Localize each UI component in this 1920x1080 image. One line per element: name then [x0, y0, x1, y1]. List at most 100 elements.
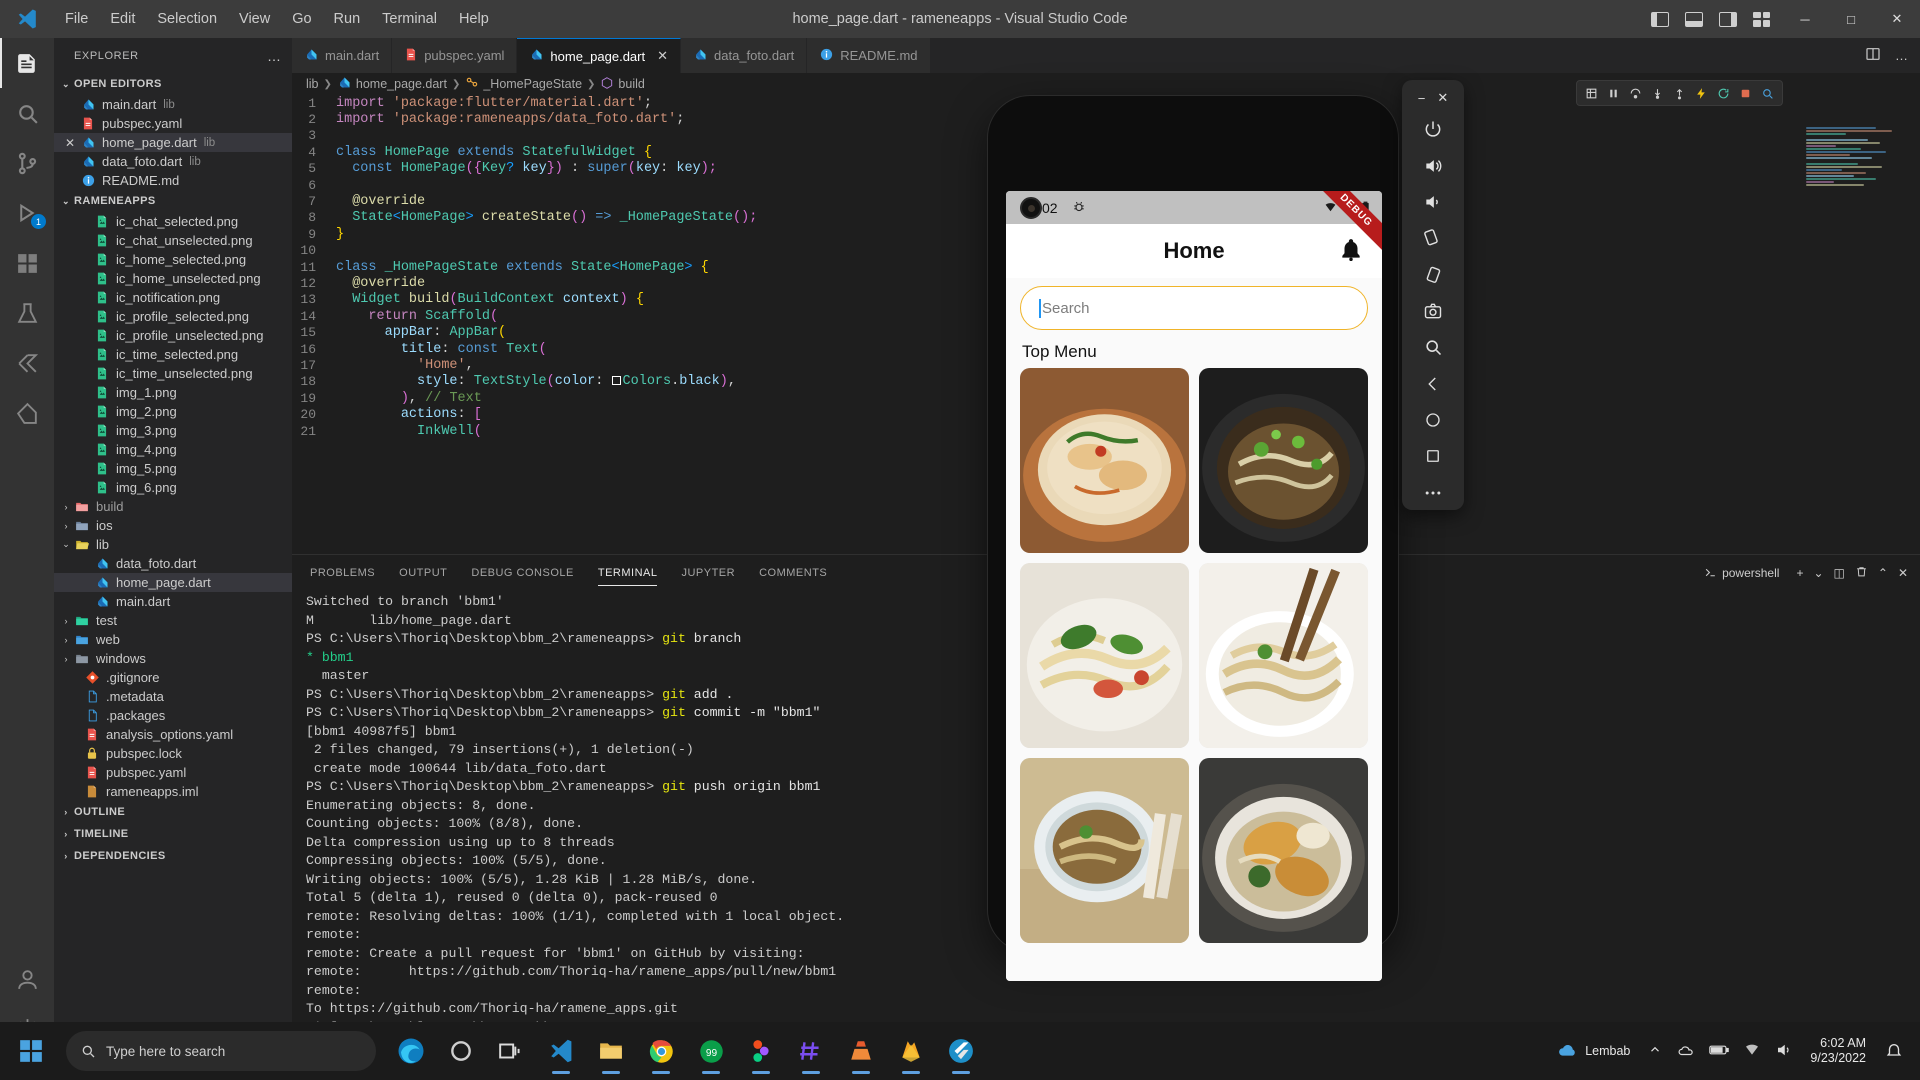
menu-card-ramen-shoyu-scallion[interactable]: [1199, 368, 1368, 553]
battery-icon[interactable]: [1704, 1043, 1734, 1060]
breadcrumb-item--homepagestate[interactable]: _HomePageState: [465, 76, 582, 93]
step-out-icon[interactable]: [1673, 87, 1686, 100]
tree-item-ic-time-unselected-png[interactable]: ic_time_unselected.png: [54, 364, 292, 383]
rotate-left-icon[interactable]: [1410, 221, 1456, 255]
sharp-icon[interactable]: [788, 1025, 834, 1077]
terminal-shell-selector[interactable]: powershell: [1697, 564, 1786, 582]
tab-data-foto-dart[interactable]: data_foto.dart: [681, 38, 807, 73]
start-button-icon[interactable]: [0, 1022, 62, 1080]
activitybar-testing[interactable]: [0, 288, 54, 338]
zoom-icon[interactable]: [1410, 330, 1456, 364]
toggle-panel-icon[interactable]: [1685, 12, 1703, 27]
menu-card-noodle-salad[interactable]: [1020, 563, 1189, 748]
menu-go[interactable]: Go: [281, 8, 322, 30]
activity-bar[interactable]: 1: [0, 38, 54, 1054]
editor-actions-more-icon[interactable]: …: [1895, 48, 1908, 63]
tree-item-img-5-png[interactable]: img_5.png: [54, 459, 292, 478]
tree-item-ic-time-selected-png[interactable]: ic_time_selected.png: [54, 345, 292, 364]
chevron-down-icon[interactable]: ⌄: [58, 539, 74, 550]
tree-item-pubspec-lock[interactable]: pubspec.lock: [54, 744, 292, 763]
activitybar-run-and-debug[interactable]: 1: [0, 188, 54, 238]
menu-card-tempura-udon[interactable]: [1199, 758, 1368, 943]
section-timeline[interactable]: ›TIMELINE: [54, 823, 292, 845]
menu-card-ramen-tonkotsu[interactable]: [1020, 368, 1189, 553]
vscode-icon[interactable]: [538, 1025, 584, 1077]
menu-help[interactable]: Help: [448, 8, 500, 30]
inspect-icon[interactable]: [1761, 87, 1774, 100]
tree-item-ic-chat-unselected-png[interactable]: ic_chat_unselected.png: [54, 231, 292, 250]
chevron-right-icon[interactable]: ›: [58, 521, 74, 531]
more-icon[interactable]: [1410, 476, 1456, 510]
back-icon[interactable]: [1410, 367, 1456, 401]
emulator-minimize-button[interactable]: −: [1418, 91, 1426, 106]
hot-reload-icon[interactable]: [1695, 87, 1708, 100]
tree-item-lib[interactable]: ⌄lib: [54, 535, 292, 554]
panel-tab-comments[interactable]: COMMENTS: [759, 555, 827, 590]
menu-selection[interactable]: Selection: [146, 8, 228, 30]
tree-item-img-3-png[interactable]: img_3.png: [54, 421, 292, 440]
tree-item-img-4-png[interactable]: img_4.png: [54, 440, 292, 459]
tree-item-img-6-png[interactable]: img_6.png: [54, 478, 292, 497]
activitybar-accounts[interactable]: [0, 954, 54, 1004]
emulator-close-button[interactable]: ✕: [1437, 90, 1448, 106]
menu-card-noodle-bowl-mat[interactable]: [1020, 758, 1189, 943]
chevron-right-icon[interactable]: ›: [58, 616, 74, 626]
activitybar-extensions[interactable]: [0, 238, 54, 288]
rotate-right-icon[interactable]: [1410, 258, 1456, 292]
kill-terminal-icon[interactable]: [1855, 565, 1868, 581]
volume-up-icon[interactable]: [1410, 148, 1456, 182]
tree-item-build[interactable]: ›build: [54, 497, 292, 516]
windows-taskbar[interactable]: Type here to search 99: [0, 1022, 1920, 1080]
open-editor-pubspec-yaml[interactable]: pubspec.yaml: [54, 114, 292, 133]
home-icon[interactable]: [1410, 403, 1456, 437]
chevron-up-icon[interactable]: [1642, 1043, 1668, 1060]
activitybar-source-control[interactable]: [0, 138, 54, 188]
maximize-button[interactable]: □: [1828, 0, 1874, 38]
tab-main-dart[interactable]: main.dart: [292, 38, 392, 73]
split-editor-icon[interactable]: [1865, 46, 1881, 65]
tab-home-page-dart[interactable]: home_page.dart✕: [517, 38, 681, 73]
close-button[interactable]: ✕: [1874, 0, 1920, 38]
tree-item-rameneapps-iml[interactable]: rameneapps.iml: [54, 782, 292, 801]
close-panel-icon[interactable]: ✕: [1898, 566, 1908, 580]
tree-item-img-2-png[interactable]: img_2.png: [54, 402, 292, 421]
tree-item-main-dart[interactable]: main.dart: [54, 592, 292, 611]
open-editor-readme-md[interactable]: README.md: [54, 171, 292, 190]
menu-card-soba-chopsticks[interactable]: [1199, 563, 1368, 748]
activitybar-dart[interactable]: [0, 388, 54, 438]
section-outline[interactable]: ›OUTLINE: [54, 801, 292, 823]
search-field[interactable]: Search: [1020, 286, 1368, 330]
tree-item-ic-chat-selected-png[interactable]: ic_chat_selected.png: [54, 212, 292, 231]
tree-item-windows[interactable]: ›windows: [54, 649, 292, 668]
chevron-right-icon[interactable]: ›: [58, 635, 74, 645]
tab-pubspec-yaml[interactable]: pubspec.yaml: [392, 38, 517, 73]
tree-item-data-foto-dart[interactable]: data_foto.dart: [54, 554, 292, 573]
close-editor-icon[interactable]: ✕: [60, 136, 80, 150]
tree-item-home-page-dart[interactable]: home_page.dart: [54, 573, 292, 592]
section-rameneapps[interactable]: ⌄RAMENEAPPS: [54, 190, 292, 212]
tree-item-ic-home-unselected-png[interactable]: ic_home_unselected.png: [54, 269, 292, 288]
cortana-icon[interactable]: [438, 1025, 484, 1077]
terminal-dropdown-icon[interactable]: ⌄: [1813, 566, 1823, 580]
overview-icon[interactable]: [1410, 439, 1456, 473]
tree-item-pubspec-yaml[interactable]: pubspec.yaml: [54, 763, 292, 782]
tree-item-ic-notification-png[interactable]: ic_notification.png: [54, 288, 292, 307]
explorer-more-icon[interactable]: …: [267, 48, 282, 64]
new-terminal-icon[interactable]: +: [1796, 566, 1803, 580]
tree-item-test[interactable]: ›test: [54, 611, 292, 630]
open-editor-data-foto-dart[interactable]: data_foto.dartlib: [54, 152, 292, 171]
stop-icon[interactable]: [1739, 87, 1752, 100]
tree-item-ic-home-selected-png[interactable]: ic_home_selected.png: [54, 250, 292, 269]
tree-item-ic-profile-unselected-png[interactable]: ic_profile_unselected.png: [54, 326, 292, 345]
tree-item-ios[interactable]: ›ios: [54, 516, 292, 535]
grid-icon[interactable]: [1585, 87, 1598, 100]
activitybar-search[interactable]: [0, 88, 54, 138]
onedrive-icon[interactable]: [1672, 1041, 1700, 1062]
open-editor-main-dart[interactable]: main.dartlib: [54, 95, 292, 114]
customize-layout-icon[interactable]: [1753, 12, 1770, 27]
section-dependencies[interactable]: ›DEPENDENCIES: [54, 845, 292, 867]
tab-close-icon[interactable]: ✕: [657, 48, 668, 64]
menu-view[interactable]: View: [228, 8, 281, 30]
gojek-icon[interactable]: 99: [688, 1025, 734, 1077]
file-explorer-icon[interactable]: [588, 1025, 634, 1077]
